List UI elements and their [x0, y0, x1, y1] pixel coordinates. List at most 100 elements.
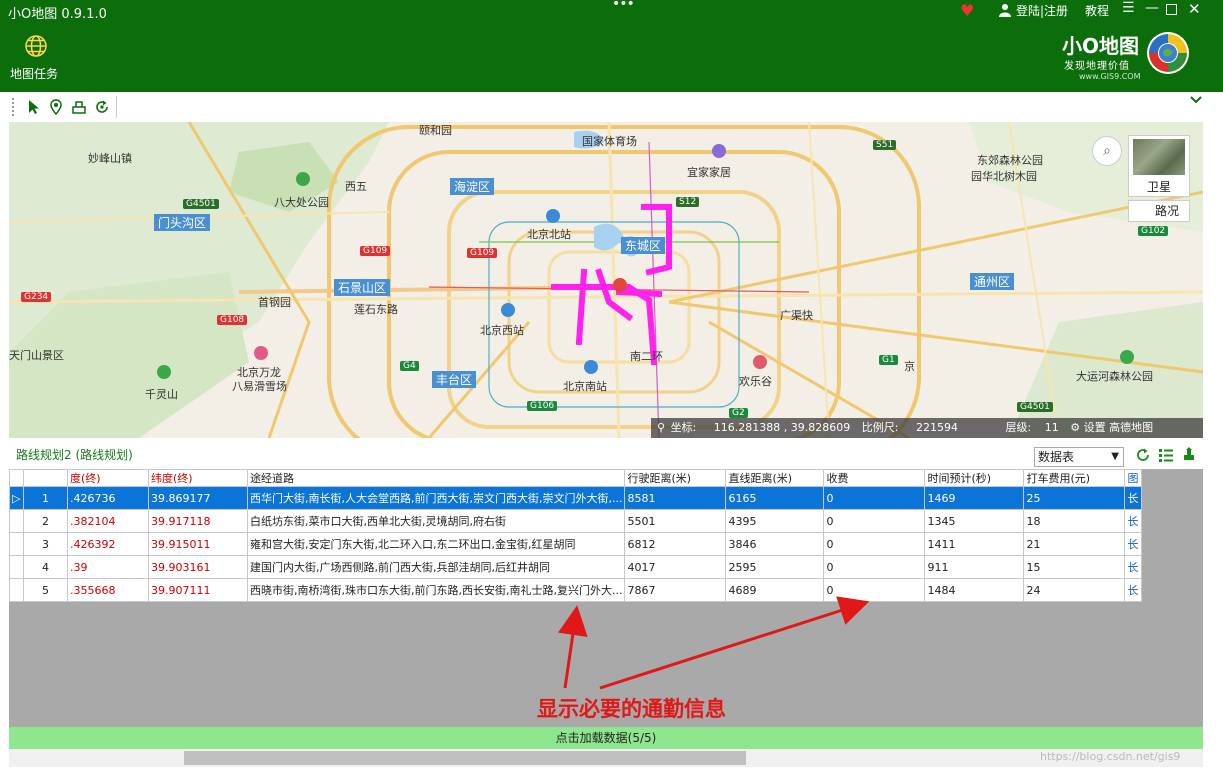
- cell-toll[interactable]: 0: [823, 486, 926, 510]
- cell-toll[interactable]: 0: [823, 532, 926, 556]
- cell-drive-distance[interactable]: 6812: [624, 532, 727, 556]
- table-row[interactable]: 3 .426392 39.915011 雍和宫大街,安定门东大街,北二环入口,东…: [9, 532, 1143, 556]
- cell-toll[interactable]: 0: [823, 555, 926, 579]
- globe-icon[interactable]: [24, 34, 48, 58]
- menu-icon[interactable]: ☰: [1122, 0, 1135, 16]
- cell-taxi-fare[interactable]: 25: [1023, 486, 1126, 510]
- cell-taxi-fare[interactable]: 18: [1023, 509, 1126, 533]
- traffic-layer-button[interactable]: 路况: [1128, 200, 1190, 222]
- measure-tool-icon[interactable]: [71, 99, 87, 115]
- cell-taxi-fare[interactable]: 15: [1023, 555, 1126, 579]
- select-cursor-icon[interactable]: [26, 99, 42, 115]
- cell-lng-end[interactable]: .355668: [67, 578, 149, 602]
- cell-toll[interactable]: 0: [823, 509, 926, 533]
- column-header-lat-end[interactable]: 纬度(终): [148, 469, 248, 487]
- table-row[interactable]: 4 .39 39.903161 建国门内大街,广场西侧路,前门西大街,兵部洼胡同…: [9, 555, 1143, 579]
- cell-lat-end[interactable]: 39.917118: [148, 509, 248, 533]
- cell-roads[interactable]: 西华门大街,南长街,人大会堂西路,前门西大街,崇文门西大街,崇文门外大街,...: [246, 486, 626, 510]
- column-header-straight-distance[interactable]: 直线距离(米): [725, 469, 825, 487]
- cell-straight-distance[interactable]: 2595: [725, 555, 825, 579]
- minimize-icon[interactable]: —: [1145, 0, 1159, 16]
- cell-straight-distance[interactable]: 6165: [725, 486, 825, 510]
- login-register-link[interactable]: 登陆|注册: [1016, 2, 1068, 19]
- export-icon[interactable]: [1181, 446, 1197, 465]
- toolbar-grip[interactable]: [12, 98, 16, 116]
- row-header-corner: [9, 469, 24, 487]
- cell-roads[interactable]: 西晓市街,南桥湾街,珠市口东大街,前门东路,西长安街,南礼士路,复兴门外大...: [246, 578, 626, 602]
- column-header-index[interactable]: [23, 469, 68, 487]
- column-header-roads[interactable]: 途经道路: [246, 469, 626, 487]
- dataset-select[interactable]: 数据表 ▼: [1034, 447, 1124, 467]
- cell-map-link[interactable]: 长: [1124, 486, 1143, 510]
- cell-lng-end[interactable]: .426736: [67, 486, 149, 510]
- maximize-icon[interactable]: [1166, 4, 1177, 15]
- cell-taxi-fare[interactable]: 24: [1023, 578, 1126, 602]
- cell-time[interactable]: 1345: [924, 509, 1025, 533]
- cell-time[interactable]: 1411: [924, 532, 1025, 556]
- road-shield: G109: [467, 248, 498, 258]
- satellite-layer-button[interactable]: 卫星: [1128, 135, 1190, 197]
- cell-roads[interactable]: 白纸坊东街,菜市口大街,西单北大街,灵境胡同,府右街: [246, 509, 626, 533]
- cell-lng-end[interactable]: .39: [67, 555, 149, 579]
- cell-time[interactable]: 1469: [924, 486, 1025, 510]
- gear-icon[interactable]: ⚙: [1070, 421, 1080, 434]
- horizontal-scrollbar[interactable]: [9, 749, 1203, 767]
- column-header-time[interactable]: 时间预计(秒): [924, 469, 1025, 487]
- row-indicator[interactable]: [9, 555, 24, 579]
- tutorial-link[interactable]: 教程: [1085, 2, 1109, 19]
- list-view-icon[interactable]: [1158, 447, 1174, 466]
- table-row[interactable]: 2 .382104 39.917118 白纸坊东街,菜市口大街,西单北大街,灵境…: [9, 509, 1143, 533]
- cell-lng-end[interactable]: .426392: [67, 532, 149, 556]
- settings-link[interactable]: 设置: [1084, 421, 1106, 434]
- row-indicator[interactable]: [9, 532, 24, 556]
- cell-taxi-fare[interactable]: 21: [1023, 532, 1126, 556]
- cell-straight-distance[interactable]: 3846: [725, 532, 825, 556]
- scrollbar-thumb[interactable]: [184, 751, 746, 765]
- refresh-icon[interactable]: [1135, 447, 1151, 466]
- cell-drive-distance[interactable]: 7867: [624, 578, 727, 602]
- cell-map-link[interactable]: 长: [1124, 555, 1143, 579]
- map-view[interactable]: 海淀区 门头沟区 东城区 石景山区 丰台区 通州区 颐和园 国家体育场 宜家家居…: [9, 122, 1203, 438]
- cell-toll[interactable]: 0: [823, 578, 926, 602]
- map-search-icon[interactable]: ⌕: [1092, 136, 1122, 166]
- table-row[interactable]: ▷ 1 .426736 39.869177 西华门大街,南长街,人大会堂西路,前…: [9, 486, 1143, 510]
- cell-lat-end[interactable]: 39.869177: [148, 486, 248, 510]
- location-pin-icon[interactable]: [48, 99, 64, 116]
- row-indicator-icon[interactable]: ▷: [9, 486, 24, 510]
- road-shield: G2: [729, 408, 748, 418]
- collapse-chevron-icon[interactable]: [1190, 94, 1202, 108]
- close-icon[interactable]: ✕: [1188, 0, 1201, 18]
- map-provider[interactable]: 高德地图: [1109, 421, 1153, 434]
- cell-lat-end[interactable]: 39.907111: [148, 578, 248, 602]
- row-indicator[interactable]: [9, 509, 24, 533]
- cell-lat-end[interactable]: 39.915011: [148, 532, 248, 556]
- drag-handle-icon[interactable]: •••: [612, 0, 635, 12]
- cell-map-link[interactable]: 长: [1124, 578, 1143, 602]
- column-header-lng-end[interactable]: 度(终): [67, 469, 149, 487]
- user-icon: [998, 3, 1012, 21]
- cell-drive-distance[interactable]: 8581: [624, 486, 727, 510]
- cell-drive-distance[interactable]: 5501: [624, 509, 727, 533]
- column-header-map[interactable]: 图: [1124, 469, 1143, 487]
- map-task-button[interactable]: 地图任务: [10, 65, 58, 82]
- cell-map-link[interactable]: 长: [1124, 532, 1143, 556]
- cell-map-link[interactable]: 长: [1124, 509, 1143, 533]
- cell-drive-distance[interactable]: 4017: [624, 555, 727, 579]
- table-row[interactable]: 5 .355668 39.907111 西晓市街,南桥湾街,珠市口东大街,前门东…: [9, 578, 1143, 602]
- cell-straight-distance[interactable]: 4689: [725, 578, 825, 602]
- cell-lng-end[interactable]: .382104: [67, 509, 149, 533]
- cell-roads[interactable]: 建国门内大街,广场西侧路,前门西大街,兵部洼胡同,后红井胡同: [246, 555, 626, 579]
- column-header-taxi-fare[interactable]: 打车费用(元): [1023, 469, 1126, 487]
- column-header-toll[interactable]: 收费: [823, 469, 926, 487]
- column-header-drive-distance[interactable]: 行驶距离(米): [624, 469, 727, 487]
- cell-time[interactable]: 1484: [924, 578, 1025, 602]
- cell-roads[interactable]: 雍和宫大街,安定门东大街,北二环入口,东二环出口,金宝街,红星胡同: [246, 532, 626, 556]
- favorite-heart-icon[interactable]: ♥: [960, 1, 974, 20]
- load-more-button[interactable]: 点击加载数据(5/5): [9, 727, 1203, 749]
- cell-straight-distance[interactable]: 4395: [725, 509, 825, 533]
- row-indicator[interactable]: [9, 578, 24, 602]
- cell-lat-end[interactable]: 39.903161: [148, 555, 248, 579]
- place-label: 天门山景区: [9, 349, 64, 362]
- cell-time[interactable]: 911: [924, 555, 1025, 579]
- refresh-icon[interactable]: [94, 99, 110, 115]
